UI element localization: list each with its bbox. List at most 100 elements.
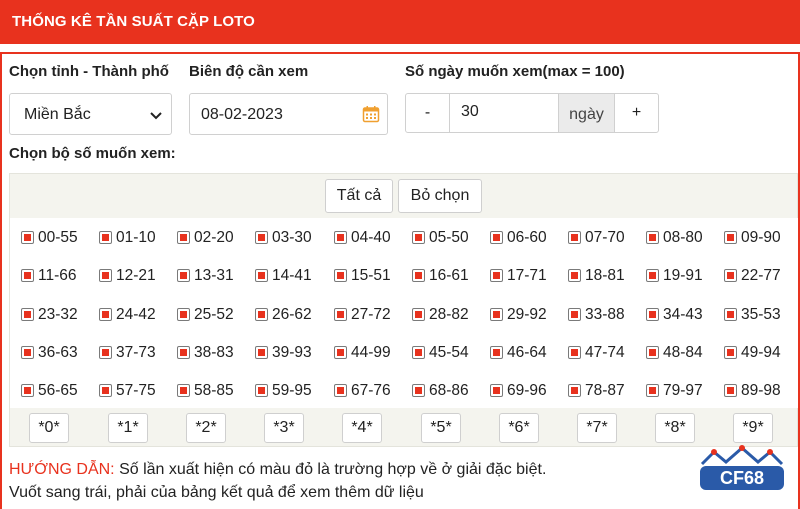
checkbox-checked-icon[interactable] <box>568 384 581 397</box>
checkbox-checked-icon[interactable] <box>412 269 425 282</box>
deselect-button[interactable]: Bỏ chọn <box>398 179 482 213</box>
checkbox-checked-icon[interactable] <box>334 231 347 244</box>
checkbox-checked-icon[interactable] <box>21 346 34 359</box>
pair-label: 03-30 <box>272 229 312 246</box>
pair-label: 45-54 <box>429 344 469 361</box>
checkbox-checked-icon[interactable] <box>177 384 190 397</box>
range-label: Biên độ cần xem <box>189 63 309 80</box>
checkbox-checked-icon[interactable] <box>177 231 190 244</box>
days-input[interactable]: 30 <box>449 93 559 133</box>
checkbox-checked-icon[interactable] <box>490 231 503 244</box>
pair-label: 34-43 <box>663 306 703 323</box>
pair-label: 69-96 <box>507 382 547 399</box>
tail-button[interactable]: *5* <box>421 413 461 443</box>
days-minus-button[interactable]: - <box>405 93 450 133</box>
checkbox-checked-icon[interactable] <box>21 308 34 321</box>
pair-label: 05-50 <box>429 229 469 246</box>
checkbox-checked-icon[interactable] <box>21 269 34 282</box>
pair-label: 49-94 <box>741 344 781 361</box>
pair-label: 58-85 <box>194 382 234 399</box>
checkbox-checked-icon[interactable] <box>490 384 503 397</box>
tail-button[interactable]: *2* <box>186 413 226 443</box>
guide-heading: HƯỚNG DẪN: <box>9 461 115 478</box>
checkbox-checked-icon[interactable] <box>334 308 347 321</box>
brand-logo-text: CF68 <box>720 468 764 488</box>
page-header: THỐNG KÊ TẦN SUẤT CẶP LOTO <box>0 0 800 44</box>
page-title: THỐNG KÊ TẦN SUẤT CẶP LOTO <box>12 13 255 30</box>
tail-button[interactable]: *6* <box>499 413 539 443</box>
checkbox-checked-icon[interactable] <box>177 308 190 321</box>
checkbox-checked-icon[interactable] <box>568 308 581 321</box>
tail-button[interactable]: *0* <box>29 413 69 443</box>
checkbox-checked-icon[interactable] <box>646 308 659 321</box>
checkbox-checked-icon[interactable] <box>724 384 737 397</box>
tail-button[interactable]: *9* <box>733 413 773 443</box>
pair-label: 35-53 <box>741 306 781 323</box>
checkbox-checked-icon[interactable] <box>412 346 425 359</box>
checkbox-checked-icon[interactable] <box>334 384 347 397</box>
days-label: Số ngày muốn xem(max = 100) <box>405 63 625 80</box>
checkbox-checked-icon[interactable] <box>490 346 503 359</box>
checkbox-checked-icon[interactable] <box>255 231 268 244</box>
checkbox-checked-icon[interactable] <box>334 269 347 282</box>
pair-label: 04-40 <box>351 229 391 246</box>
days-plus-button[interactable]: + <box>614 93 659 133</box>
checkbox-checked-icon[interactable] <box>255 308 268 321</box>
checkbox-checked-icon[interactable] <box>412 384 425 397</box>
pair-label: 13-31 <box>194 267 234 284</box>
pair-label: 79-97 <box>663 382 703 399</box>
checkbox-checked-icon[interactable] <box>724 308 737 321</box>
pair-label: 57-75 <box>116 382 156 399</box>
checkbox-checked-icon[interactable] <box>21 231 34 244</box>
pair-label: 89-98 <box>741 382 781 399</box>
pair-label: 27-72 <box>351 306 391 323</box>
pair-label: 01-10 <box>116 229 156 246</box>
checkbox-checked-icon[interactable] <box>646 231 659 244</box>
guide-line-1: HƯỚNG DẪN: Số lần xuất hiện có màu đỏ là… <box>9 461 546 479</box>
checkbox-checked-icon[interactable] <box>255 384 268 397</box>
checkbox-checked-icon[interactable] <box>99 269 112 282</box>
checkbox-checked-icon[interactable] <box>99 346 112 359</box>
checkbox-checked-icon[interactable] <box>99 231 112 244</box>
checkbox-checked-icon[interactable] <box>255 269 268 282</box>
pair-label: 37-73 <box>116 344 156 361</box>
checkbox-checked-icon[interactable] <box>21 384 34 397</box>
pair-label: 22-77 <box>741 267 781 284</box>
calendar-icon[interactable] <box>362 105 380 123</box>
checkbox-checked-icon[interactable] <box>724 346 737 359</box>
checkbox-checked-icon[interactable] <box>490 269 503 282</box>
pair-label: 36-63 <box>38 344 78 361</box>
checkbox-checked-icon[interactable] <box>412 308 425 321</box>
province-select[interactable]: Miền Bắc <box>9 93 172 135</box>
checkbox-checked-icon[interactable] <box>646 384 659 397</box>
province-value: Miền Bắc <box>24 106 91 123</box>
chevron-down-icon <box>150 112 162 120</box>
checkbox-checked-icon[interactable] <box>255 346 268 359</box>
tail-button[interactable]: *1* <box>108 413 148 443</box>
checkbox-checked-icon[interactable] <box>99 384 112 397</box>
checkbox-checked-icon[interactable] <box>568 346 581 359</box>
checkbox-checked-icon[interactable] <box>490 308 503 321</box>
checkbox-checked-icon[interactable] <box>99 308 112 321</box>
pair-label: 24-42 <box>116 306 156 323</box>
guide-text-1: Số lần xuất hiện có màu đỏ là trường hợp… <box>119 461 547 478</box>
pair-label: 68-86 <box>429 382 469 399</box>
tail-button[interactable]: *4* <box>342 413 382 443</box>
select-all-button[interactable]: Tất cả <box>325 179 393 213</box>
checkbox-checked-icon[interactable] <box>568 269 581 282</box>
checkbox-checked-icon[interactable] <box>724 269 737 282</box>
days-unit: ngày <box>558 93 615 133</box>
checkbox-checked-icon[interactable] <box>334 346 347 359</box>
checkbox-checked-icon[interactable] <box>724 231 737 244</box>
tail-button[interactable]: *8* <box>655 413 695 443</box>
checkbox-checked-icon[interactable] <box>412 231 425 244</box>
checkbox-checked-icon[interactable] <box>646 269 659 282</box>
date-input[interactable]: 08-02-2023 <box>189 93 388 135</box>
checkbox-checked-icon[interactable] <box>646 346 659 359</box>
tail-button[interactable]: *3* <box>264 413 304 443</box>
tail-button[interactable]: *7* <box>577 413 617 443</box>
pair-label: 18-81 <box>585 267 625 284</box>
checkbox-checked-icon[interactable] <box>177 269 190 282</box>
checkbox-checked-icon[interactable] <box>177 346 190 359</box>
checkbox-checked-icon[interactable] <box>568 231 581 244</box>
